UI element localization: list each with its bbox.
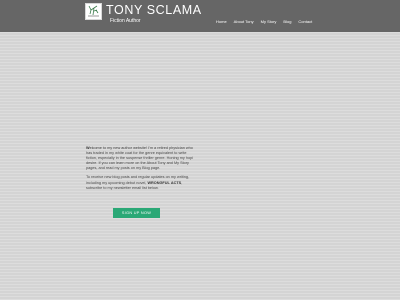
nav-item-blog[interactable]: Blog: [283, 19, 291, 24]
intro-line: elcome to my new author website! I'm a r…: [89, 146, 168, 150]
hero-background: [0, 32, 400, 300]
intro-paragraph: Welcome to my new author website! I'm a …: [86, 146, 194, 171]
sign-up-button[interactable]: SIGN UP NOW: [113, 208, 160, 218]
intro-section: Welcome to my new author website! I'm a …: [86, 146, 194, 195]
novel-title-end: ACTS: [170, 180, 182, 185]
novel-title: WRONGFUL: [147, 180, 170, 185]
signup-paragraph: To receive new blog posts and regular up…: [86, 175, 194, 190]
logo[interactable]: [85, 3, 102, 20]
nav-item-home[interactable]: Home: [216, 19, 227, 24]
site-tagline: Fiction Author: [110, 18, 141, 24]
site-header: TONY SCLAMA Fiction Author Home About To…: [0, 0, 400, 32]
intro-line: and read my posts on my Blog page.: [98, 166, 161, 171]
nav-item-contact[interactable]: Contact: [298, 19, 312, 24]
nav-item-about-tony[interactable]: About Tony: [234, 19, 254, 24]
site-title[interactable]: TONY SCLAMA: [106, 3, 202, 17]
tree-sketch-icon: [88, 5, 99, 17]
main-nav: Home About Tony My Story Blog Contact: [216, 19, 312, 24]
nav-item-my-story[interactable]: My Story: [261, 19, 277, 24]
signup-line: To receive new blog posts and regular up…: [86, 175, 176, 180]
